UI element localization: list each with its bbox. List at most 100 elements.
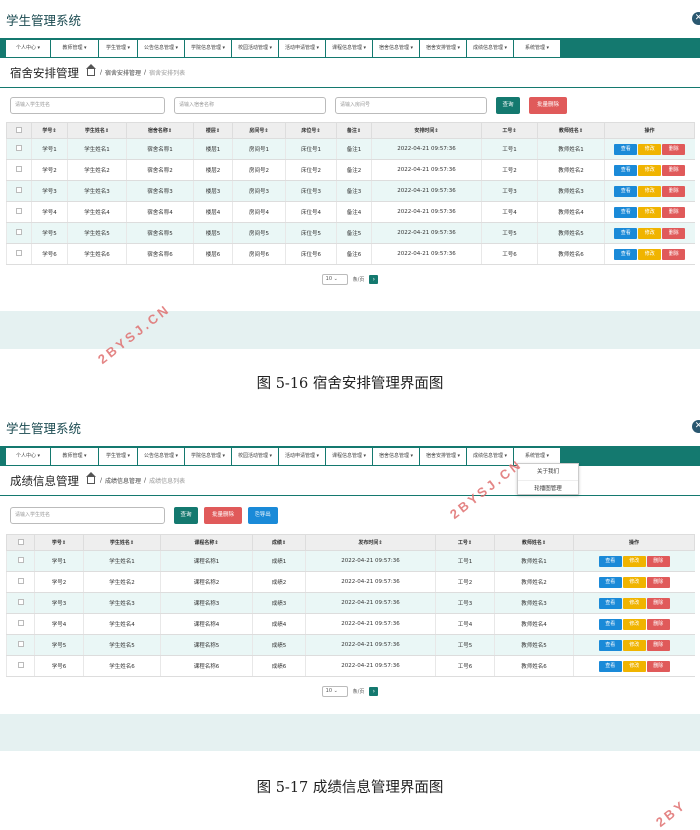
view-button[interactable]: 查看 xyxy=(598,618,622,630)
row-checkbox[interactable] xyxy=(6,550,35,572)
view-button[interactable]: 查看 xyxy=(598,576,622,588)
delete-button[interactable]: 删除 xyxy=(662,185,686,197)
view-button[interactable]: 查看 xyxy=(614,227,638,239)
edit-button[interactable]: 修改 xyxy=(638,185,662,197)
query-button[interactable]: 查询 xyxy=(174,506,198,524)
dropdown-item-about[interactable]: 关于我们 xyxy=(518,464,578,480)
column-header[interactable]: 工号⇕ xyxy=(481,122,538,139)
batch-delete-button[interactable]: 批量删除 xyxy=(529,96,567,114)
dropdown-item-carousel[interactable]: 轮播图管理 xyxy=(518,480,578,496)
close-icon[interactable]: ✕ xyxy=(692,12,700,25)
nav-item[interactable]: 宿舍安排管理 ▾ xyxy=(420,39,467,57)
column-header[interactable]: 教师姓名⇕ xyxy=(537,122,605,139)
view-button[interactable]: 查看 xyxy=(598,597,622,609)
column-header[interactable]: 发布时间⇕ xyxy=(305,534,436,551)
edit-button[interactable]: 修改 xyxy=(638,227,662,239)
nav-item[interactable]: 宿舍信息管理 ▾ xyxy=(373,447,420,465)
view-button[interactable]: 查看 xyxy=(614,164,638,176)
home-icon[interactable] xyxy=(86,472,96,484)
column-header[interactable]: 安排时间⇕ xyxy=(371,122,482,139)
nav-item[interactable]: 宿舍信息管理 ▾ xyxy=(373,39,420,57)
nav-item[interactable]: 课程信息管理 ▾ xyxy=(326,447,373,465)
nav-item[interactable]: 系统管理 ▾ xyxy=(514,39,561,57)
dorm-name-input[interactable]: 请输入宿舍名称 xyxy=(174,96,326,114)
column-header[interactable]: 楼层⇕ xyxy=(193,122,233,139)
nav-item[interactable]: 个人中心 ▾ xyxy=(6,39,51,57)
view-button[interactable]: 查看 xyxy=(614,143,638,155)
nav-item[interactable]: 公告信息管理 ▾ xyxy=(138,447,185,465)
column-header[interactable]: 工号⇕ xyxy=(435,534,495,551)
nav-item[interactable]: 个人中心 ▾ xyxy=(6,447,51,465)
page-size-select[interactable]: 10 ⌄ xyxy=(321,273,348,285)
edit-button[interactable]: 修改 xyxy=(638,143,662,155)
edit-button[interactable]: 修改 xyxy=(638,206,662,218)
nav-item[interactable]: 学院信息管理 ▾ xyxy=(185,39,232,57)
row-checkbox[interactable] xyxy=(6,138,32,160)
edit-button[interactable]: 修改 xyxy=(622,555,646,567)
delete-button[interactable]: 删除 xyxy=(646,660,670,672)
nav-item[interactable]: 宿舍安排管理 ▾ xyxy=(420,447,467,465)
select-all-checkbox[interactable] xyxy=(6,534,35,551)
edit-button[interactable]: 修改 xyxy=(622,660,646,672)
row-checkbox[interactable] xyxy=(6,201,32,223)
row-checkbox[interactable] xyxy=(6,180,32,202)
edit-button[interactable]: 修改 xyxy=(622,576,646,588)
delete-button[interactable]: 删除 xyxy=(646,618,670,630)
row-checkbox[interactable] xyxy=(6,159,32,181)
nav-item[interactable]: 课程信息管理 ▾ xyxy=(326,39,373,57)
query-button[interactable]: 查询 xyxy=(496,96,520,114)
room-number-input[interactable]: 请输入房间号 xyxy=(335,96,487,114)
view-button[interactable]: 查看 xyxy=(598,639,622,651)
nav-item[interactable]: 教师管理 ▾ xyxy=(51,39,99,57)
view-button[interactable]: 查看 xyxy=(614,248,638,260)
delete-button[interactable]: 删除 xyxy=(646,639,670,651)
next-page-icon[interactable]: › xyxy=(369,686,379,696)
nav-item[interactable]: 学生管理 ▾ xyxy=(99,39,138,57)
column-header[interactable]: 学生姓名⇕ xyxy=(83,534,161,551)
view-button[interactable]: 查看 xyxy=(598,555,622,567)
delete-button[interactable]: 删除 xyxy=(662,227,686,239)
column-header[interactable]: 学生姓名⇕ xyxy=(67,122,127,139)
nav-item[interactable]: 学生管理 ▾ xyxy=(99,447,138,465)
row-checkbox[interactable] xyxy=(6,613,35,635)
column-header[interactable]: 床位号⇕ xyxy=(285,122,337,139)
row-checkbox[interactable] xyxy=(6,571,35,593)
view-button[interactable]: 查看 xyxy=(598,660,622,672)
delete-button[interactable]: 删除 xyxy=(646,576,670,588)
breadcrumb-item[interactable]: 宿舍安排管理 xyxy=(105,68,141,77)
student-name-input[interactable]: 请输入学生姓名 xyxy=(10,506,165,524)
row-checkbox[interactable] xyxy=(6,222,32,244)
column-header[interactable]: 成绩⇕ xyxy=(252,534,306,551)
row-checkbox[interactable] xyxy=(6,243,32,265)
breadcrumb-item[interactable]: 成绩信息管理 xyxy=(105,476,141,485)
row-checkbox[interactable] xyxy=(6,634,35,656)
edit-button[interactable]: 修改 xyxy=(638,248,662,260)
edit-button[interactable]: 修改 xyxy=(622,639,646,651)
nav-item[interactable]: 活动申请管理 ▾ xyxy=(279,447,326,465)
row-checkbox[interactable] xyxy=(6,655,35,677)
batch-delete-button[interactable]: 批量删除 xyxy=(204,506,242,524)
nav-item[interactable]: 教师管理 ▾ xyxy=(51,447,99,465)
nav-item[interactable]: 校园活动管理 ▾ xyxy=(232,447,279,465)
row-checkbox[interactable] xyxy=(6,592,35,614)
column-header[interactable]: 教师姓名⇕ xyxy=(494,534,574,551)
column-header[interactable]: 学号⇕ xyxy=(31,122,68,139)
nav-item[interactable]: 成绩信息管理 ▾ xyxy=(467,39,514,57)
delete-button[interactable]: 删除 xyxy=(662,206,686,218)
home-icon[interactable] xyxy=(86,64,96,76)
column-header[interactable]: 学号⇕ xyxy=(34,534,84,551)
nav-item[interactable]: 学院信息管理 ▾ xyxy=(185,447,232,465)
column-header[interactable]: 课程名称⇕ xyxy=(160,534,253,551)
delete-button[interactable]: 删除 xyxy=(662,248,686,260)
page-size-select[interactable]: 10 ⌄ xyxy=(321,685,348,697)
close-icon[interactable]: ✕ xyxy=(692,420,700,433)
view-button[interactable]: 查看 xyxy=(614,185,638,197)
edit-button[interactable]: 修改 xyxy=(622,618,646,630)
column-header[interactable]: 宿舍名称⇕ xyxy=(126,122,194,139)
edit-button[interactable]: 修改 xyxy=(622,597,646,609)
delete-button[interactable]: 删除 xyxy=(646,597,670,609)
select-all-checkbox[interactable] xyxy=(6,122,32,139)
student-name-input[interactable]: 请输入学生姓名 xyxy=(10,96,165,114)
nav-item[interactable]: 活动申请管理 ▾ xyxy=(279,39,326,57)
next-page-icon[interactable]: › xyxy=(369,274,379,284)
